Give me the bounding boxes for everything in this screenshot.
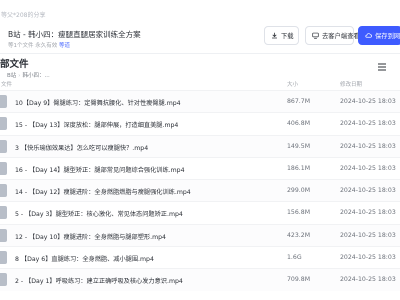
validity: 永久有效 [35, 43, 58, 49]
save-to-netdisk-button[interactable]: 保存到网盘 [358, 26, 400, 45]
file-row[interactable]: 10【Day 9】臀腿练习：定臀舞抗腰化、针对性瘦臀腿.mp4 867.7M 2… [0, 90, 400, 113]
header-divider [0, 53, 400, 54]
column-header-time[interactable]: 修改日期 [340, 80, 362, 88]
file-row[interactable]: 12 - 【Day 10】瘦腿进阶：全身燃脂与腿部塑形.mp4 423.2M 2… [0, 223, 400, 247]
file-size: 709.8M [287, 276, 311, 284]
file-modified: 2024-10-25 18:03 [340, 254, 396, 262]
download-button[interactable]: 下载 [264, 26, 299, 45]
download-icon [271, 32, 278, 39]
column-header-size[interactable]: 大小 [287, 80, 298, 88]
file-count: 等1个文件 [8, 43, 34, 49]
file-name[interactable]: 12 - 【Day 10】瘦腿进阶：全身燃脂与腿部塑形.mp4 [15, 232, 166, 241]
share-meta: 等1个文件 永久有效 等道 [8, 41, 70, 49]
column-header-file[interactable]: 文件 [1, 80, 12, 88]
file-name[interactable]: 3 【快乐瑜伽效果达】怎么吃可以瘦腿快？.mp4 [15, 143, 148, 152]
file-row[interactable]: 14 - 【Day 12】瘦腿进阶：全身燃脂燃脂与瘦腿强化训练.mp4 299.… [0, 179, 400, 202]
file-row[interactable]: 8 【Day 6】直腿练习：全身燃脂、减小腿围.mp4 1.6G 2024-10… [0, 246, 400, 268]
file-name[interactable]: 14 - 【Day 12】瘦腿进阶：全身燃脂燃脂与瘦腿强化训练.mp4 [15, 187, 191, 196]
file-name[interactable]: 8 【Day 6】直腿练习：全身燃脂、减小腿围.mp4 [15, 254, 154, 263]
file-modified: 2024-10-25 18:03 [340, 142, 396, 150]
share-header: B站 - 韩小四：瘦腿直腿居家训练全方案 等1个文件 永久有效 等道 下载 去客… [0, 22, 400, 52]
file-size: 406.8M [287, 120, 311, 128]
file-name[interactable]: 16 - 【Day 14】腿型矫正：腿部常见问题综合强化训练.mp4 [15, 165, 185, 174]
list-view-icon[interactable] [377, 57, 387, 76]
file-modified: 2024-10-25 18:03 [340, 187, 396, 195]
file-modified: 2024-10-25 18:03 [340, 98, 396, 105]
file-name[interactable]: 2 - 【Day 1】呼吸练习：建立正确呼吸及核心发力意识.mp4 [15, 276, 183, 285]
video-file-icon [0, 117, 7, 131]
cloud-save-icon [365, 32, 372, 39]
video-file-icon [0, 161, 7, 175]
file-modified: 2024-10-25 18:03 [340, 120, 396, 128]
file-row[interactable]: 2 - 【Day 1】呼吸练习：建立正确呼吸及核心发力意识.mp4 709.8M… [0, 268, 400, 291]
video-file-icon [0, 206, 7, 220]
file-modified: 2024-10-25 18:03 [340, 231, 396, 239]
download-label: 下载 [281, 33, 294, 40]
file-size: 867.7M [287, 98, 311, 105]
video-file-icon [0, 273, 7, 287]
file-size: 1.6G [287, 254, 302, 262]
file-size: 149.5M [287, 142, 311, 150]
file-list: 10【Day 9】臀腿练习：定臀舞抗腰化、针对性瘦臀腿.mp4 867.7M 2… [0, 90, 400, 291]
video-file-icon [0, 228, 7, 242]
file-modified: 2024-10-25 18:03 [340, 164, 396, 172]
file-modified: 2024-10-25 18:03 [340, 276, 396, 284]
file-name[interactable]: 10【Day 9】臀腿练习：定臀舞抗腰化、针对性瘦臀腿.mp4 [15, 98, 181, 107]
monitor-icon [312, 32, 319, 39]
video-file-icon [0, 184, 7, 198]
file-row[interactable]: 3 【快乐瑜伽效果达】怎么吃可以瘦腿快？.mp4 149.5M 2024-10-… [0, 134, 400, 157]
file-modified: 2024-10-25 18:03 [340, 209, 396, 217]
file-row[interactable]: 15 - 【Day 13】深度放松：腿部伸展，打造细直美腿.mp4 406.8M… [0, 112, 400, 134]
video-file-icon [0, 251, 7, 265]
breadcrumb-root[interactable]: B站 [7, 73, 16, 79]
open-client-label: 去客户端查看 [322, 33, 360, 40]
share-caption: 等父*208的分享 [1, 12, 46, 19]
file-row[interactable]: 16 - 【Day 14】腿型矫正：腿部常见问题综合强化训练.mp4 186.1… [0, 156, 400, 179]
file-name[interactable]: 15 - 【Day 13】深度放松：腿部伸展，打造细直美腿.mp4 [15, 120, 178, 129]
video-file-icon [0, 139, 7, 153]
video-file-icon [0, 95, 7, 108]
file-row[interactable]: 5 - 【Day 3】腿型矫正：核心激化、常见体态问题矫正.mp4 156.8M… [0, 201, 400, 223]
save-to-netdisk-label: 保存到网盘 [375, 33, 400, 40]
file-size: 156.8M [287, 209, 311, 217]
section-title: 部文件 [0, 59, 29, 70]
file-size: 423.2M [287, 231, 311, 239]
file-size: 186.1M [287, 164, 311, 172]
file-size: 299.0M [287, 187, 311, 195]
file-name[interactable]: 5 - 【Day 3】腿型矫正：核心激化、常见体态问题矫正.mp4 [15, 209, 183, 218]
breadcrumb-current: 韩小四：... [22, 73, 50, 79]
share-title: B站 - 韩小四：瘦腿直腿居家训练全方案 [8, 30, 141, 39]
open-client-button[interactable]: 去客户端查看 [305, 26, 360, 45]
breadcrumb: B站 › 韩小四：... [7, 73, 50, 79]
sharer-name[interactable]: 等道 [59, 43, 70, 49]
